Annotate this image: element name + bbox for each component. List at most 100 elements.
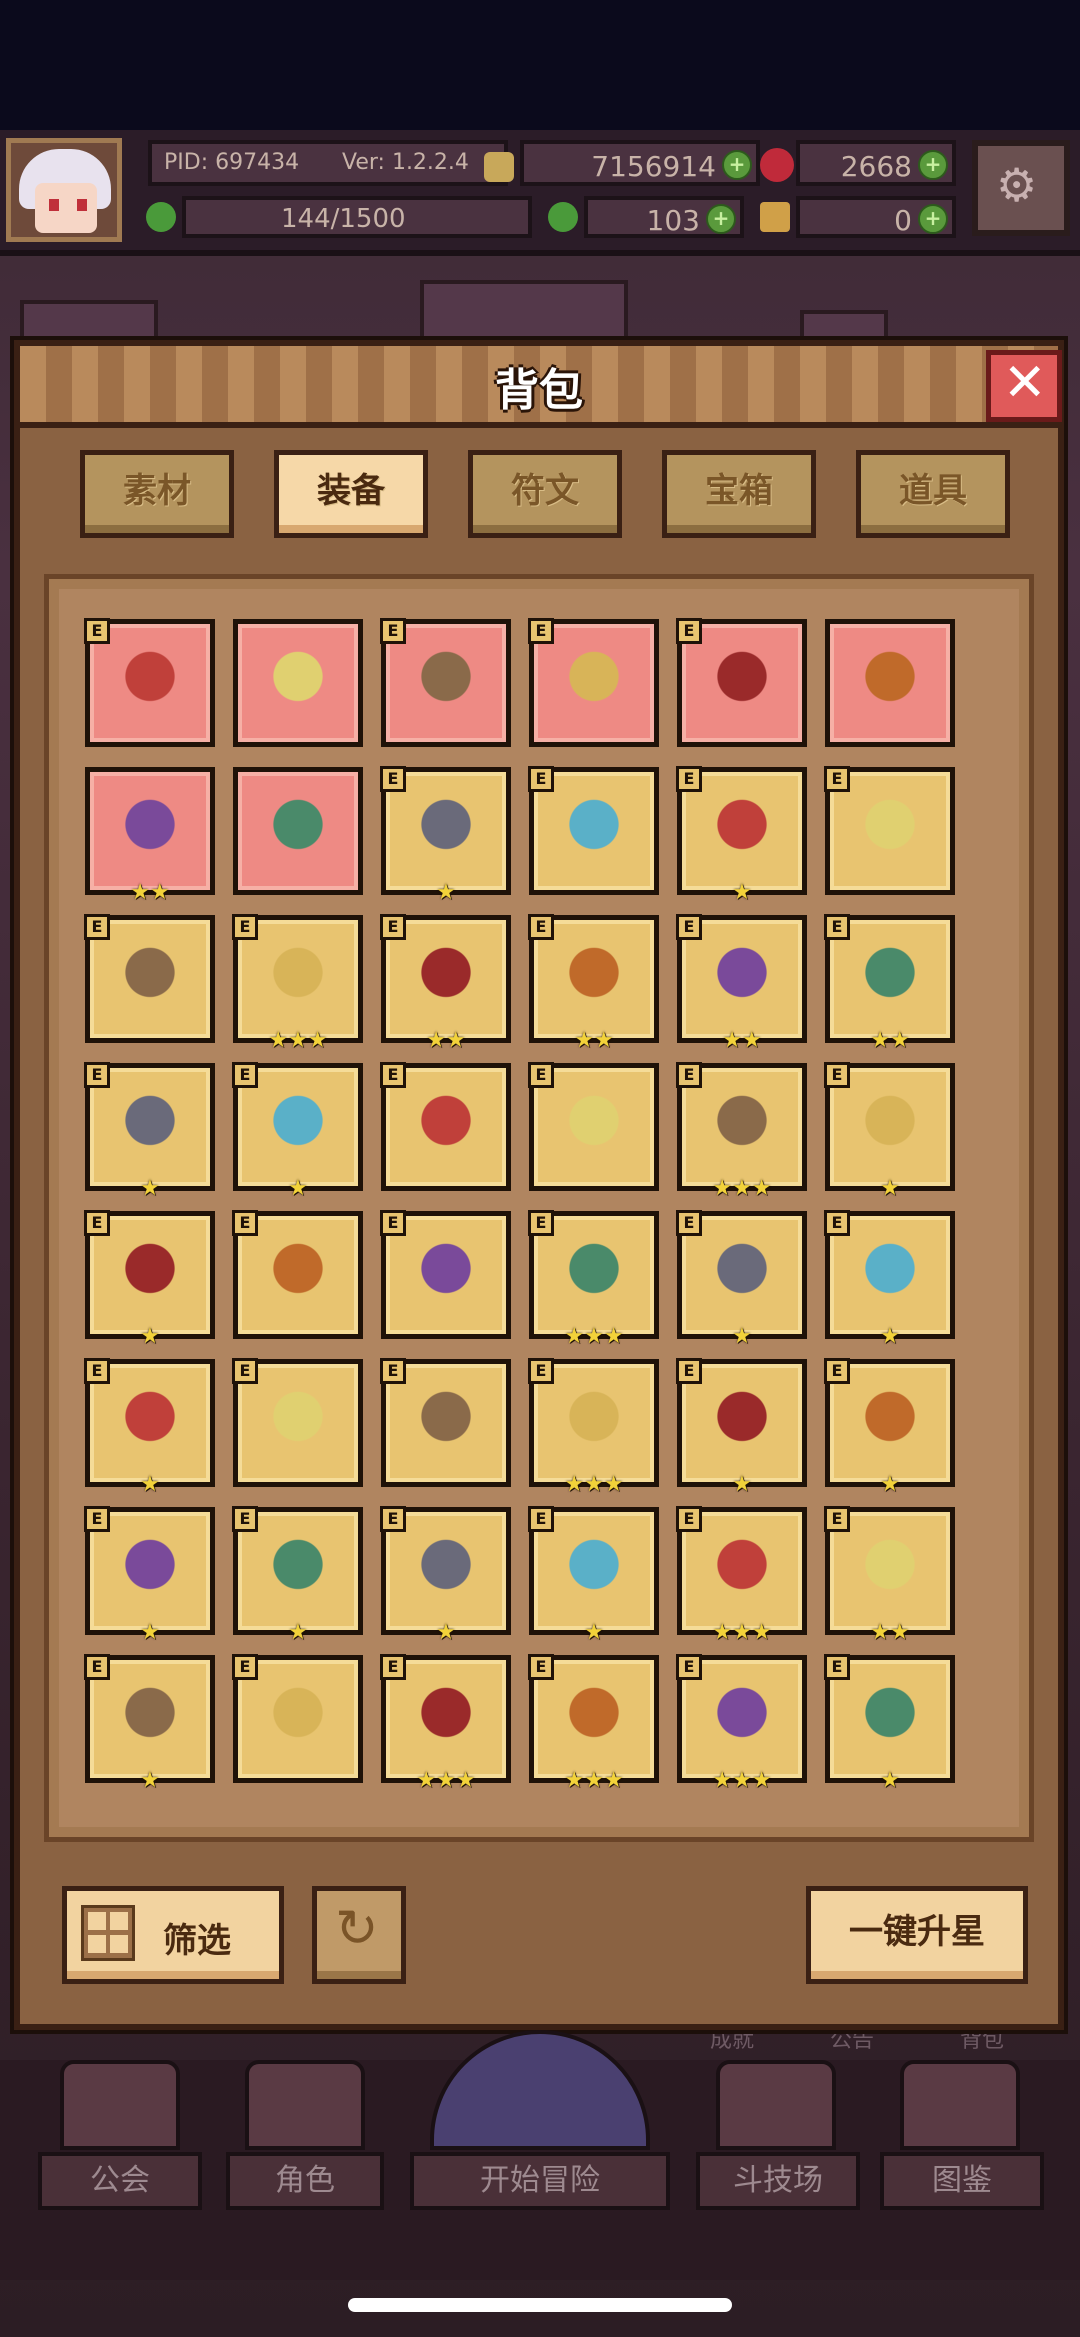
equipment-slot[interactable]: E ★ <box>232 1506 363 1644</box>
equipment-slot[interactable]: E <box>84 618 215 747</box>
equipment-slot[interactable]: E ★ <box>824 1210 955 1348</box>
equipment-slot[interactable]: E <box>676 618 807 747</box>
equipment-slot[interactable]: E ★ <box>676 766 807 904</box>
horseshoe-necklace-icon <box>410 1384 482 1456</box>
equipment-slot[interactable]: E ★★★ <box>676 1654 807 1792</box>
equipment-slot[interactable]: E <box>232 1210 363 1339</box>
equipment-slot[interactable]: E ★ <box>528 1506 659 1644</box>
equipment-grid: E E E E ★★ E ★ E E ★ E E E ★★★ E ★★ E ★★ E ★★ E ★★ E ★ E ★ E E E ★★★ E… <box>44 574 1034 1842</box>
equipment-slot[interactable] <box>233 619 363 747</box>
star-rating: ★★ <box>870 1028 910 1053</box>
equipped-badge: E <box>380 914 406 940</box>
equipped-badge: E <box>824 1358 850 1384</box>
equipment-slot[interactable]: E ★ <box>676 1358 807 1496</box>
equipment-slot[interactable]: E <box>232 1358 363 1487</box>
equipment-slot[interactable]: E ★ <box>824 1654 955 1792</box>
equipment-slot[interactable]: E ★★★ <box>528 1654 659 1792</box>
equipment-slot[interactable]: E ★ <box>676 1210 807 1348</box>
equipped-badge: E <box>824 1062 850 1088</box>
equipped-badge: E <box>380 1358 406 1384</box>
nav-guild[interactable]: 公会 <box>38 2152 202 2210</box>
equipment-slot[interactable]: E <box>528 766 659 895</box>
add-gems-icon[interactable]: + <box>918 150 948 180</box>
add-clover-icon[interactable]: + <box>706 204 736 234</box>
equipment-slot[interactable]: E ★★★ <box>528 1358 659 1496</box>
nav-start-adventure[interactable]: 开始冒险 <box>410 2152 670 2210</box>
star-rating: ★★★ <box>712 1620 772 1645</box>
equipment-slot[interactable]: E <box>232 1654 363 1783</box>
equipment-slot[interactable]: E <box>380 1062 511 1191</box>
equipment-slot[interactable]: E <box>380 1358 511 1487</box>
equipped-badge: E <box>676 1506 702 1532</box>
equipment-slot[interactable]: E ★★ <box>824 1506 955 1644</box>
equipment-slot[interactable]: E ★★★ <box>380 1654 511 1792</box>
winged-helm-icon <box>558 940 630 1012</box>
nav-arena[interactable]: 斗技场 <box>696 2152 860 2210</box>
equipment-slot[interactable] <box>233 767 363 895</box>
ice-shield-icon <box>114 940 186 1012</box>
grid-filter-icon <box>81 1905 135 1961</box>
equipment-slot[interactable]: E <box>380 1210 511 1339</box>
equipped-badge: E <box>84 618 110 644</box>
equipment-slot[interactable]: E <box>84 914 215 1043</box>
equipment-slot[interactable]: E <box>528 618 659 747</box>
add-gold-icon[interactable]: + <box>722 150 752 180</box>
star-up-all-button[interactable]: 一键升星 <box>806 1886 1028 1984</box>
add-keys-icon[interactable]: + <box>918 204 948 234</box>
bracer-icon <box>262 1236 334 1308</box>
equipment-slot[interactable]: E ★★★ <box>232 914 363 1052</box>
equipment-slot[interactable]: E ★ <box>380 1506 511 1644</box>
settings-button[interactable]: ⚙ <box>972 140 1070 236</box>
equipment-slot[interactable]: E ★ <box>84 1654 215 1792</box>
golden-helm-icon <box>854 940 926 1012</box>
star-rating: ★ <box>288 1620 308 1645</box>
equipment-slot[interactable]: E ★★★ <box>528 1210 659 1348</box>
star-rating: ★ <box>880 1324 900 1349</box>
wooden-staff-icon <box>854 644 926 716</box>
gold-emblem-icon <box>706 1532 778 1604</box>
equipped-badge: E <box>528 1062 554 1088</box>
tab-items[interactable]: 道具 <box>856 450 1010 538</box>
equipped-badge: E <box>676 914 702 940</box>
tab-chests[interactable]: 宝箱 <box>662 450 816 538</box>
keys-amount: 0 <box>894 204 912 237</box>
star-rating: ★ <box>140 1620 160 1645</box>
refresh-button[interactable]: ↻ <box>312 1886 406 1984</box>
equipment-slot[interactable]: E <box>824 766 955 895</box>
star-rating: ★ <box>732 880 752 905</box>
equipped-badge: E <box>232 1654 258 1680</box>
nav-character[interactable]: 角色 <box>226 2152 384 2210</box>
equipment-slot[interactable]: E ★ <box>84 1358 215 1496</box>
equipment-slot[interactable]: E ★★ <box>528 914 659 1052</box>
equipped-badge: E <box>84 1062 110 1088</box>
equipment-slot[interactable]: ★★ <box>85 767 215 904</box>
equipment-slot[interactable]: E ★ <box>824 1062 955 1200</box>
equipment-slot[interactable]: E ★★ <box>824 914 955 1052</box>
star-rating: ★★★ <box>564 1472 624 1497</box>
filter-button[interactable]: 筛选 <box>62 1886 284 1984</box>
status-bar: PID: 697434 Ver: 1.2.2.4 7156914 + 2668 … <box>0 130 1080 256</box>
tab-runes[interactable]: 符文 <box>468 450 622 538</box>
tab-materials[interactable]: 素材 <box>80 450 234 538</box>
equipment-slot[interactable]: E ★ <box>84 1210 215 1348</box>
refresh-icon: ↻ <box>335 1899 379 1959</box>
nav-codex[interactable]: 图鉴 <box>880 2152 1044 2210</box>
axe-icon <box>706 644 778 716</box>
equipment-slot[interactable]: E ★★ <box>380 914 511 1052</box>
equipment-slot[interactable]: E <box>380 618 511 747</box>
equipment-slot[interactable] <box>825 619 955 747</box>
equipment-slot[interactable]: E ★ <box>84 1506 215 1644</box>
equipment-slot[interactable]: E ★ <box>824 1358 955 1496</box>
equipment-slot[interactable]: E ★★★ <box>676 1506 807 1644</box>
equipment-slot[interactable]: E ★ <box>84 1062 215 1200</box>
equipment-slot[interactable]: E <box>528 1062 659 1191</box>
tab-equipment[interactable]: 装备 <box>274 450 428 538</box>
equipment-slot[interactable]: E ★★ <box>676 914 807 1052</box>
equipment-slot[interactable]: E ★ <box>232 1062 363 1200</box>
gear-icon: ⚙ <box>996 158 1038 212</box>
equipment-slot[interactable]: E ★★★ <box>676 1062 807 1200</box>
close-button[interactable]: ✕ <box>986 350 1062 422</box>
player-avatar[interactable] <box>6 138 122 242</box>
equipped-badge: E <box>676 1654 702 1680</box>
equipment-slot[interactable]: E ★ <box>380 766 511 904</box>
